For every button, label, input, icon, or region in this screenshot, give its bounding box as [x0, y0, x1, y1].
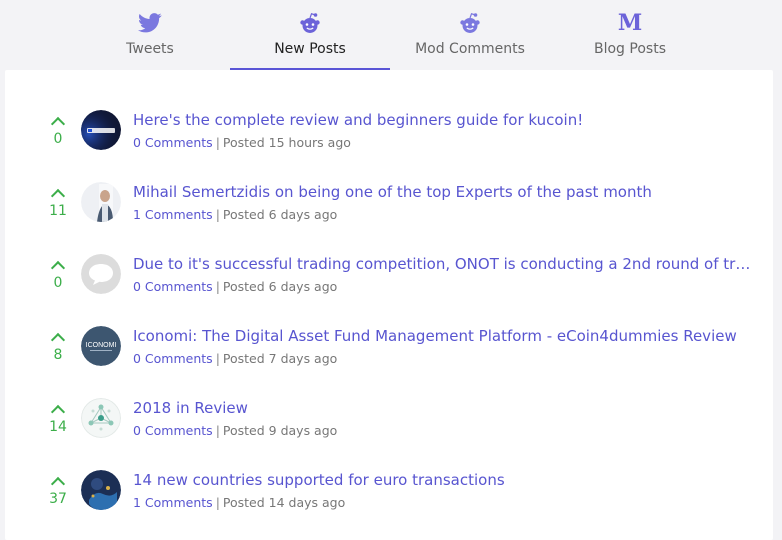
list-item: 0 Due to it's successful trading competi… [5, 254, 773, 314]
upvote-arrow-icon[interactable] [50, 260, 66, 276]
eu-map-photo-icon [81, 470, 121, 510]
avatar [81, 398, 121, 438]
comments-link[interactable]: 0 Comments [133, 351, 213, 366]
posts-panel: 0 Here's the complete review and beginne… [5, 70, 773, 540]
post-meta: 1 Comments | Posted 14 days ago [133, 494, 345, 512]
tab-tweets[interactable]: Tweets [70, 0, 230, 70]
comments-link[interactable]: 1 Comments [133, 207, 213, 222]
vote-count: 37 [49, 491, 67, 507]
meta-separator: | [215, 279, 220, 294]
svg-text:ICONOMI: ICONOMI [86, 342, 117, 349]
tab-blog-posts[interactable]: M Blog Posts [550, 0, 710, 70]
list-item: 8 ICONOMI Iconomi: The Digital Asset Fun… [5, 326, 773, 386]
posted-time: Posted 14 days ago [222, 495, 346, 510]
avatar [81, 254, 121, 294]
post-title-link[interactable]: 2018 in Review [133, 398, 753, 418]
upvote-arrow-icon[interactable] [50, 476, 66, 492]
tab-mod-comments-label: Mod Comments [415, 41, 525, 57]
comments-link[interactable]: 0 Comments [133, 135, 213, 150]
kucoin-logo-icon [81, 110, 121, 150]
vote-count: 11 [49, 203, 67, 219]
comments-link[interactable]: 1 Comments [133, 495, 213, 510]
avatar [81, 470, 121, 510]
avatar [81, 110, 121, 150]
posted-time: Posted 9 days ago [222, 423, 338, 438]
tab-new-posts-label: New Posts [274, 41, 346, 57]
meta-separator: | [215, 135, 220, 150]
vote-widget: 0 [45, 116, 71, 147]
vote-count: 0 [53, 131, 63, 147]
vote-widget: 8 [45, 332, 71, 363]
post-meta: 0 Comments | Posted 7 days ago [133, 350, 337, 368]
network-graph-icon [81, 398, 121, 438]
list-item: 11 Mihail Semertzidis on being one of th… [5, 182, 773, 242]
vote-widget: 11 [45, 188, 71, 219]
medium-icon: M [550, 10, 710, 36]
reddit-icon [230, 10, 390, 36]
iconomi-logo-icon: ICONOMI [81, 326, 121, 366]
meta-separator: | [215, 207, 220, 222]
medium-glyph: M [617, 10, 643, 36]
post-title-link[interactable]: Mihail Semertzidis on being one of the t… [133, 182, 753, 202]
posted-time: Posted 7 days ago [222, 351, 338, 366]
avatar: ICONOMI [81, 326, 121, 366]
list-item: 37 14 new countries supported for euro t… [5, 470, 773, 530]
post-meta: 1 Comments | Posted 6 days ago [133, 206, 337, 224]
upvote-arrow-icon[interactable] [50, 188, 66, 204]
upvote-arrow-icon[interactable] [50, 332, 66, 348]
meta-separator: | [215, 351, 220, 366]
posted-time: Posted 15 hours ago [222, 135, 351, 150]
post-title-link[interactable]: Here's the complete review and beginners… [133, 110, 753, 130]
list-item: 14 2018 in Review 0 Comments | Posted 9 … [5, 398, 773, 458]
post-meta: 0 Comments | Posted 6 days ago [133, 278, 337, 296]
person-photo-icon [81, 182, 121, 222]
posted-time: Posted 6 days ago [222, 207, 338, 222]
chat-bubble-icon [81, 254, 121, 294]
upvote-arrow-icon[interactable] [50, 404, 66, 420]
post-meta: 0 Comments | Posted 9 days ago [133, 422, 337, 440]
vote-widget: 37 [45, 476, 71, 507]
post-title-link[interactable]: 14 new countries supported for euro tran… [133, 470, 753, 490]
vote-widget: 0 [45, 260, 71, 291]
vote-widget: 14 [45, 404, 71, 435]
tab-bar: Tweets New Posts Mod Comments M Blog Pos… [0, 0, 782, 70]
avatar [81, 182, 121, 222]
posted-time: Posted 6 days ago [222, 279, 338, 294]
tab-mod-comments[interactable]: Mod Comments [390, 0, 550, 70]
tab-new-posts[interactable]: New Posts [230, 0, 390, 70]
meta-separator: | [215, 423, 220, 438]
post-title-link[interactable]: Iconomi: The Digital Asset Fund Manageme… [133, 326, 753, 346]
vote-count: 8 [53, 347, 63, 363]
tab-tweets-label: Tweets [126, 41, 174, 57]
post-title-link[interactable]: Due to it's successful trading competiti… [133, 254, 753, 274]
tab-blog-posts-label: Blog Posts [594, 41, 666, 57]
reddit-icon [390, 10, 550, 36]
post-meta: 0 Comments | Posted 15 hours ago [133, 134, 351, 152]
upvote-arrow-icon[interactable] [50, 116, 66, 132]
comments-link[interactable]: 0 Comments [133, 423, 213, 438]
twitter-icon [70, 10, 230, 36]
vote-count: 0 [53, 275, 63, 291]
list-item: 0 Here's the complete review and beginne… [5, 110, 773, 170]
comments-link[interactable]: 0 Comments [133, 279, 213, 294]
meta-separator: | [215, 495, 220, 510]
vote-count: 14 [49, 419, 67, 435]
